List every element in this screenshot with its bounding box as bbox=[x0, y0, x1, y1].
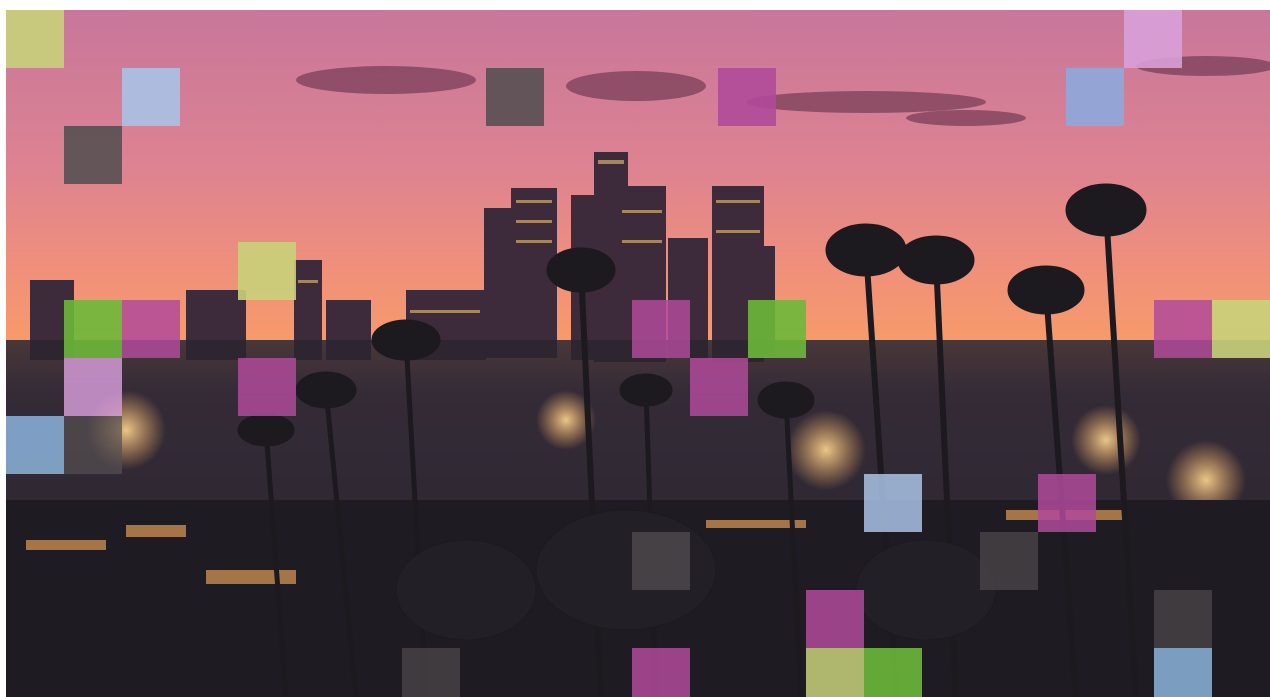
mosaic-tile bbox=[806, 648, 864, 697]
mosaic-tile bbox=[238, 358, 296, 416]
mosaic-tile bbox=[64, 358, 122, 416]
mosaic-tile bbox=[122, 300, 180, 358]
mosaic-tile bbox=[980, 532, 1038, 590]
mosaic-tile bbox=[1212, 300, 1270, 358]
mosaic-tile bbox=[486, 68, 544, 126]
mosaic-tile bbox=[1154, 590, 1212, 648]
mosaic-tile bbox=[718, 68, 776, 126]
mosaic-tile bbox=[6, 10, 64, 68]
mosaic-tile bbox=[1066, 68, 1124, 126]
mosaic-tile bbox=[632, 532, 690, 590]
mosaic-tile bbox=[632, 648, 690, 697]
mosaic-tile bbox=[748, 300, 806, 358]
mosaic-tile bbox=[1038, 474, 1096, 532]
mosaic-tile bbox=[632, 300, 690, 358]
mosaic-tile bbox=[864, 648, 922, 697]
mosaic-tile bbox=[806, 590, 864, 648]
mosaic-tile bbox=[6, 416, 64, 474]
mosaic-tile bbox=[1154, 300, 1212, 358]
mosaic-tile bbox=[402, 648, 460, 697]
mosaic-tile bbox=[1154, 648, 1212, 697]
mosaic-tile bbox=[64, 126, 122, 184]
mosaic-tile bbox=[1124, 10, 1182, 68]
mosaic-tile bbox=[238, 242, 296, 300]
mosaic-tile bbox=[864, 474, 922, 532]
mosaic-tile bbox=[690, 358, 748, 416]
city-skyline-photo bbox=[6, 10, 1270, 697]
mosaic-tile bbox=[64, 300, 122, 358]
mosaic-tile bbox=[122, 68, 180, 126]
mosaic-tile bbox=[64, 416, 122, 474]
